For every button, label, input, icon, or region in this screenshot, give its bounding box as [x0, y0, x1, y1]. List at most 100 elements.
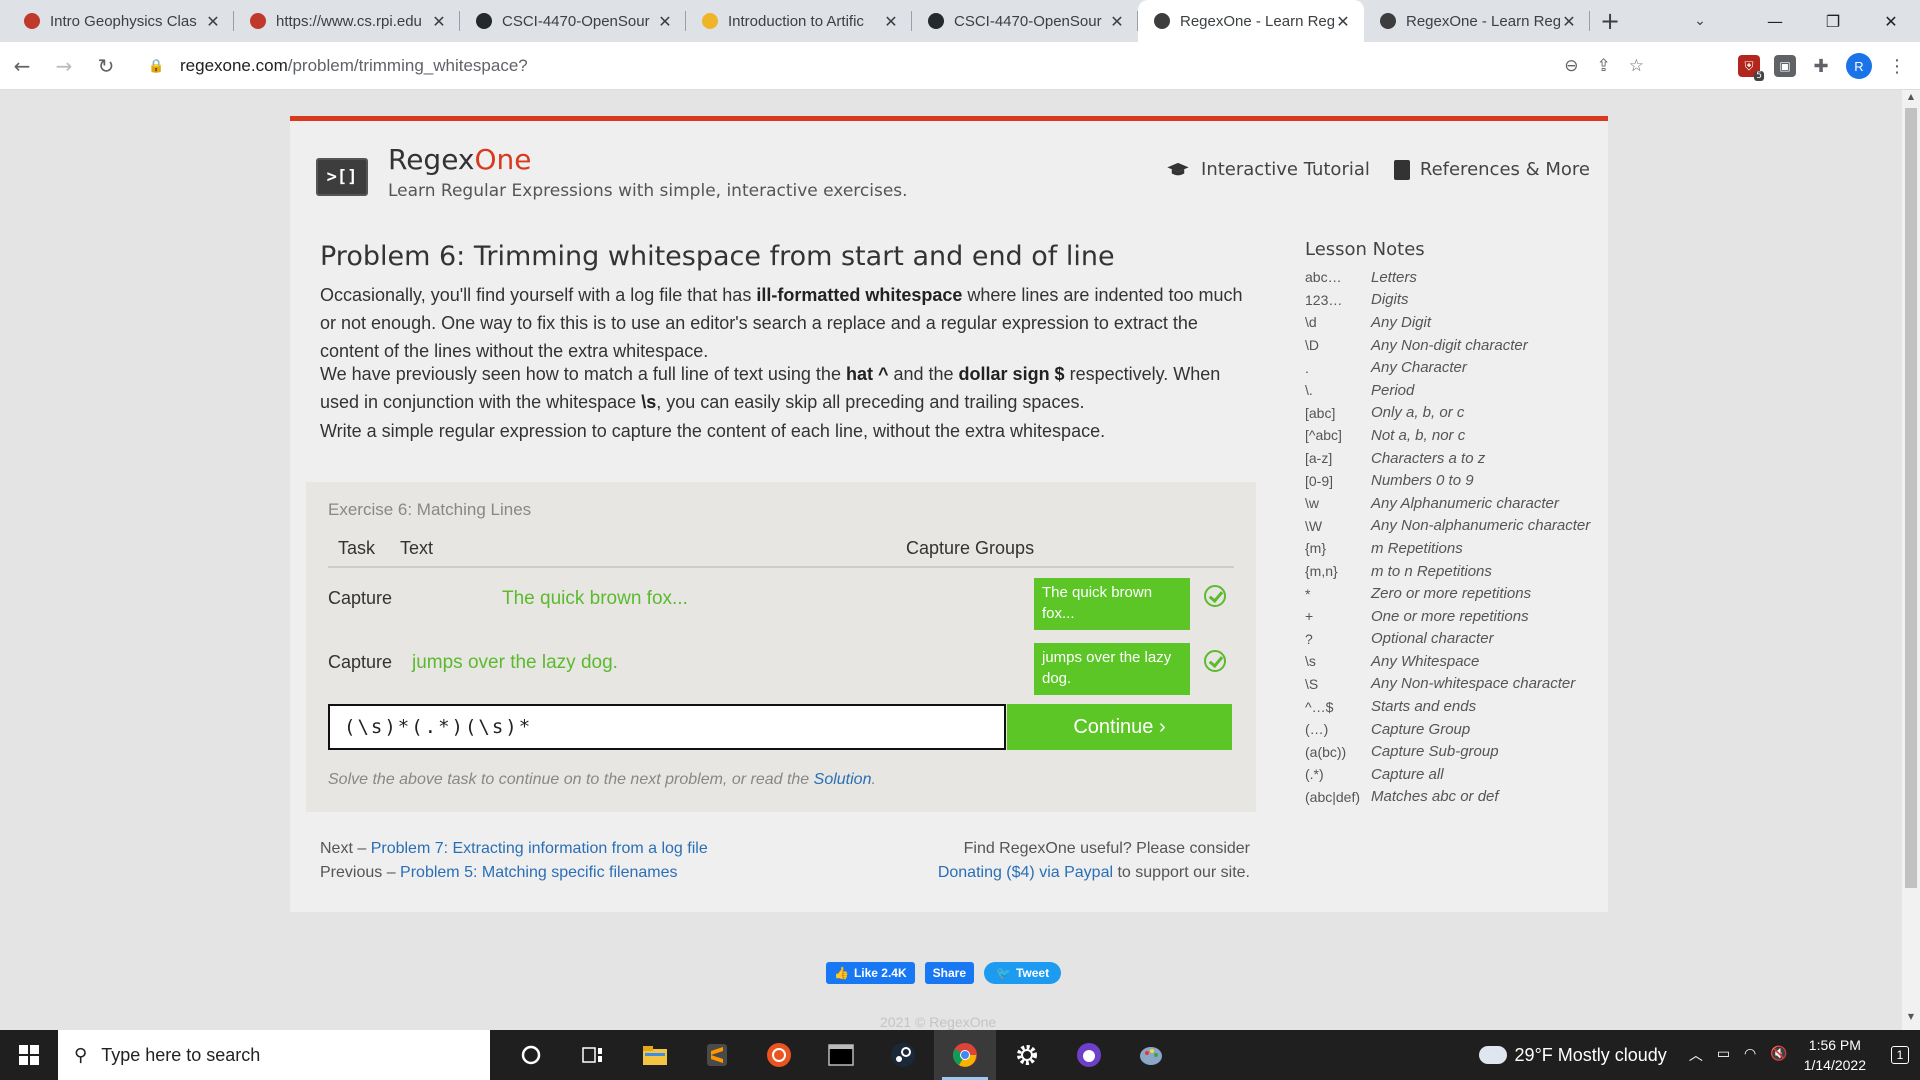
note-key: (…)	[1305, 721, 1329, 738]
p2-bold-hat: hat ^	[845, 364, 889, 384]
browser-tab[interactable]: CSCI-4470-OpenSour ✕	[912, 0, 1138, 42]
cortana-icon[interactable]	[500, 1030, 562, 1080]
taskbar-search[interactable]: ⚲	[58, 1030, 490, 1080]
search-icon: ⚲	[74, 1044, 88, 1066]
browser-tab[interactable]: CSCI-4470-OpenSour ✕	[460, 0, 686, 42]
scroll-up-icon[interactable]: ▲	[1902, 92, 1920, 108]
tab-list: Intro Geophysics Clas ✕ https://www.cs.rpi…	[0, 0, 1590, 42]
browser-tab[interactable]: Intro Geophysics Clas ✕	[8, 0, 234, 42]
close-tab-icon[interactable]: ✕	[656, 12, 674, 31]
browser-tab[interactable]: RegexOne - Learn Reg ✕	[1364, 0, 1590, 42]
browser-tab[interactable]: https://www.cs.rpi.edu ✕	[234, 0, 460, 42]
lock-icon[interactable]: 🔒	[148, 59, 168, 74]
file-explorer-icon[interactable]	[624, 1030, 686, 1080]
steam-icon[interactable]	[872, 1030, 934, 1080]
weather-widget[interactable]: 29°F Mostly cloudy	[1474, 1040, 1667, 1066]
restore-icon[interactable]: ❐	[1804, 0, 1862, 42]
close-tab-icon[interactable]: ✕	[204, 12, 222, 31]
reload-icon[interactable]: ↻	[86, 46, 126, 86]
facebook-share-button[interactable]: Share	[924, 962, 975, 984]
nav-references[interactable]: References & More	[1393, 159, 1590, 180]
forward-icon[interactable]: →	[44, 46, 84, 86]
site-brand[interactable]: RegexOne	[388, 143, 532, 176]
profile-avatar[interactable]: R	[1846, 53, 1872, 79]
note-description: Any Character	[1371, 359, 1467, 377]
continue-button[interactable]: Continue ›	[1007, 704, 1232, 750]
ublock-extension-icon[interactable]: ⛨ 5	[1738, 55, 1764, 81]
puzzle-extensions-icon[interactable]: ✚	[1810, 55, 1832, 77]
github-desktop-icon[interactable]	[1058, 1030, 1120, 1080]
note-description: Zero or more repetitions	[1371, 585, 1532, 603]
lesson-note-row: (abc|def) Matches abc or def	[1305, 786, 1605, 809]
lesson-note-row: [a-z] Characters a to z	[1305, 447, 1605, 470]
start-button[interactable]	[0, 1030, 58, 1080]
previous-problem-link[interactable]: Problem 5: Matching specific filenames	[400, 864, 677, 881]
clock-time: 1:56 PM	[1808, 1037, 1861, 1053]
regex-input[interactable]	[328, 704, 1006, 750]
note-description: Not a, b, nor c	[1371, 426, 1466, 444]
lesson-note-row: [abc] Only a, b, or c	[1305, 402, 1605, 425]
close-tab-icon[interactable]: ✕	[1334, 12, 1352, 31]
close-tab-icon[interactable]: ✕	[430, 12, 448, 31]
zoom-icon[interactable]: ⊖	[1564, 56, 1578, 76]
nav-interactive-tutorial[interactable]: Interactive Tutorial	[1165, 159, 1370, 180]
paint-icon[interactable]	[1120, 1030, 1182, 1080]
address-bar[interactable]: 🔒 regexone.com/problem/trimming_whitespa…	[134, 48, 1704, 84]
close-window-icon[interactable]: ✕	[1862, 0, 1920, 42]
close-tab-icon[interactable]: ✕	[1560, 12, 1578, 31]
volume-muted-icon[interactable]: 🔇	[1770, 1045, 1787, 1065]
note-description: Starts and ends	[1371, 698, 1477, 716]
lesson-note-row: [^abc] Not a, b, nor c	[1305, 424, 1605, 447]
new-tab-button[interactable]: +	[1590, 0, 1630, 42]
regexone-logo[interactable]: >[]	[316, 158, 368, 196]
system-clock[interactable]: 1:56 PM 1/14/2022	[1804, 1035, 1866, 1075]
note-key: (a(bc))	[1305, 743, 1347, 760]
next-problem-link[interactable]: Problem 7: Extracting information from a…	[371, 840, 708, 857]
taskbar-search-input[interactable]	[101, 1044, 462, 1066]
solution-link[interactable]: Solution	[814, 771, 872, 788]
chevron-up-icon[interactable]: ︿	[1689, 1045, 1703, 1065]
lesson-note-row: [0-9] Numbers 0 to 9	[1305, 469, 1605, 492]
lesson-note-row: + One or more repetitions	[1305, 605, 1605, 628]
extension-icon[interactable]: ▣	[1774, 55, 1796, 77]
wifi-icon[interactable]: ◠	[1744, 1045, 1756, 1065]
note-description: Any Alphanumeric character	[1371, 494, 1559, 512]
column-header-text: Text	[400, 538, 434, 558]
task-view-icon[interactable]	[562, 1030, 624, 1080]
chrome-icon[interactable]	[934, 1030, 996, 1080]
battery-icon[interactable]: ▭	[1717, 1045, 1730, 1065]
donate-link[interactable]: Donating ($4) via Paypal	[938, 864, 1113, 881]
header-divider	[328, 566, 1234, 568]
share-icon[interactable]: ⇪	[1597, 56, 1611, 76]
browser-tab[interactable]: Introduction to Artific ✕	[686, 0, 912, 42]
lesson-note-row: * Zero or more repetitions	[1305, 582, 1605, 605]
close-tab-icon[interactable]: ✕	[882, 12, 900, 31]
lesson-note-row: \D Any Non-digit character	[1305, 334, 1605, 357]
note-description: Any Non-whitespace character	[1371, 675, 1576, 693]
note-key: abc…	[1305, 269, 1342, 286]
notification-center-icon[interactable]: 1	[1880, 1030, 1920, 1080]
url-text[interactable]: regexone.com/problem/trimming_whitespace…	[180, 56, 528, 76]
browser-toolbar: ← → ↻ 🔒 regexone.com/problem/trimming_wh…	[0, 42, 1920, 90]
terminal-icon[interactable]	[810, 1030, 872, 1080]
facebook-like-button[interactable]: 👍 Like 2.4K	[826, 962, 915, 984]
scrollbar-thumb[interactable]	[1905, 108, 1917, 888]
close-tab-icon[interactable]: ✕	[1108, 12, 1126, 31]
omnibox-actions: ⊖ ⇪ ☆	[1564, 48, 1644, 84]
scroll-down-icon[interactable]: ▼	[1902, 1012, 1920, 1028]
back-icon[interactable]: ←	[2, 46, 42, 86]
lesson-note-row: ? Optional character	[1305, 628, 1605, 651]
menu-kebab-icon[interactable]: ⋮	[1886, 55, 1908, 77]
ubuntu-icon[interactable]	[748, 1030, 810, 1080]
page-scrollbar[interactable]: ▲ ▼	[1902, 90, 1920, 1030]
settings-gear-icon[interactable]	[996, 1030, 1058, 1080]
donate-blurb: Find RegexOne useful? Please consider Do…	[850, 837, 1250, 885]
bookmark-star-icon[interactable]: ☆	[1629, 56, 1644, 76]
tweet-button[interactable]: 🐦 Tweet	[984, 962, 1062, 984]
tab-title: RegexOne - Learn Reg	[1406, 12, 1560, 30]
browser-tab[interactable]: RegexOne - Learn Reg ✕	[1138, 0, 1364, 42]
capture-group-box: The quick brown fox...	[1034, 578, 1190, 630]
sublime-text-icon[interactable]	[686, 1030, 748, 1080]
minimize-icon[interactable]: —	[1746, 0, 1804, 42]
tab-search-icon[interactable]: ⌄	[1680, 0, 1720, 42]
